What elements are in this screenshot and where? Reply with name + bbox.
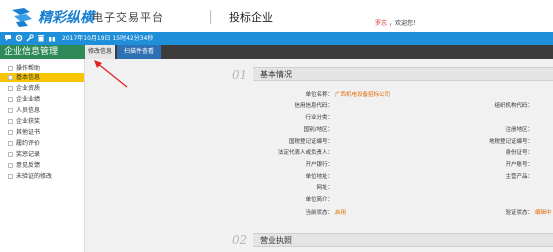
field-label-org-code: 组织机构代码： xyxy=(494,103,533,109)
tab-scan-view[interactable]: 扫描件查看 xyxy=(117,45,161,59)
checkbox-icon xyxy=(8,97,13,102)
sidebar-item-help[interactable]: 操作帮助 xyxy=(0,64,84,73)
field-label-id-number: 身份证号： xyxy=(505,150,533,156)
section-header-license: 营业执照 xyxy=(253,233,553,247)
logo-icon xyxy=(12,8,32,27)
sidebar-header: 企业信息管理 xyxy=(0,45,85,59)
field-value-company-name: 广西机电设备招标公司 xyxy=(335,92,391,98)
field-label-company-name: 单位名称： xyxy=(305,92,333,98)
sidebar-item-label: 企业获奖 xyxy=(16,118,41,125)
checkbox-icon xyxy=(8,174,13,179)
field-label-intro: 单位简介： xyxy=(305,197,333,203)
section-title: 营业执照 xyxy=(260,236,292,245)
field-value-verify-status: 编辑中 xyxy=(535,210,552,216)
logo-subtitle: 电子交易平台 xyxy=(92,11,164,24)
sidebar-item-performance[interactable]: 企业业绩 xyxy=(0,95,84,104)
checkbox-icon xyxy=(8,75,13,80)
sidebar-item-label: 意见反馈 xyxy=(16,162,41,169)
field-label-country: 国别/地区： xyxy=(303,127,333,133)
sidebar-item-awards[interactable]: 企业获奖 xyxy=(0,117,84,126)
sidebar-item-label: 其他证书 xyxy=(16,129,41,136)
sidebar-item-label: 企业资质 xyxy=(16,85,41,92)
app-root: 精彩纵横 电子交易平台 投标企业 罗志 ，欢迎您！ 2017年10月19日 15… xyxy=(0,0,553,252)
top-header: 精彩纵横 电子交易平台 投标企业 罗志 ，欢迎您！ xyxy=(0,0,553,32)
user-name[interactable]: 罗志 xyxy=(375,18,387,27)
sidebar-item-label: 履约评价 xyxy=(16,140,41,147)
header-divider xyxy=(210,10,211,24)
checkbox-icon xyxy=(8,152,13,157)
comment-icon[interactable] xyxy=(4,34,12,42)
sidebar-item-label: 人员信息 xyxy=(16,107,41,114)
checkbox-icon xyxy=(8,86,13,91)
section-header-basic: 基本情况 xyxy=(253,67,553,81)
field-label-website: 网址： xyxy=(316,185,333,191)
field-label-address: 单位地址： xyxy=(305,174,333,180)
field-label-account: 开户账号： xyxy=(505,162,533,168)
sidebar-item-label: 奖惩记录 xyxy=(16,151,41,158)
sidebar: 操作帮助 基本信息 企业资质 企业业绩 人员信息 企业获奖 其他证书 履约评价 xyxy=(0,59,85,252)
trash-icon[interactable] xyxy=(37,34,45,42)
sidebar-item-rewards[interactable]: 奖惩记录 xyxy=(0,150,84,159)
sidebar-item-label: 操作帮助 xyxy=(16,65,41,72)
page-role-title: 投标企业 xyxy=(229,11,273,24)
settings-icon[interactable] xyxy=(15,34,23,42)
field-label-products: 主营产品： xyxy=(505,174,533,180)
field-label-national-tax: 国税登记证编号： xyxy=(288,139,333,145)
logo-text: 精彩纵横 xyxy=(38,10,94,26)
top-toolbar: 2017年10月19日 15时42分34秒 xyxy=(0,32,553,45)
tab-edit-info[interactable]: 修改信息 xyxy=(85,45,115,59)
checkbox-icon xyxy=(8,163,13,168)
field-label-legal-rep: 法定代表人或负责人： xyxy=(277,150,333,156)
main-content: 01 基本情况 单位名称： 广西机电设备招标公司 信用信息代码： 行业分类： 国… xyxy=(85,59,553,252)
section-number: 01 xyxy=(232,68,248,82)
tab-bar: 修改信息 扫描件查看 xyxy=(85,45,553,59)
sidebar-item-other-certs[interactable]: 其他证书 xyxy=(0,128,84,137)
sidebar-item-unverified[interactable]: 未验证的修改 xyxy=(0,172,84,181)
checkbox-icon xyxy=(8,108,13,113)
field-label-status: 当前状态： xyxy=(305,210,333,216)
section-number: 02 xyxy=(232,233,248,247)
field-label-local-tax: 地税登记证编号： xyxy=(488,139,533,145)
field-label-verify-status: 验证状态： xyxy=(505,210,533,216)
sidebar-item-qualification[interactable]: 企业资质 xyxy=(0,84,84,93)
field-label-bank: 开户银行： xyxy=(305,162,333,168)
sidebar-item-feedback[interactable]: 意见反馈 xyxy=(0,161,84,170)
sidebar-item-personnel[interactable]: 人员信息 xyxy=(0,106,84,115)
checkbox-icon xyxy=(8,130,13,135)
sidebar-item-label: 企业业绩 xyxy=(16,96,41,103)
annotation-arrow-icon xyxy=(94,60,128,88)
checkbox-icon xyxy=(8,119,13,124)
field-label-region: 注册地区： xyxy=(505,127,533,133)
sidebar-item-evaluation[interactable]: 履约评价 xyxy=(0,139,84,148)
checkbox-icon xyxy=(8,66,13,71)
sidebar-item-label: 未验证的修改 xyxy=(16,173,53,180)
sidebar-title: 企业信息管理 xyxy=(4,47,59,57)
checkbox-icon xyxy=(8,141,13,146)
gift-icon[interactable] xyxy=(48,34,56,42)
section-title: 基本情况 xyxy=(260,70,292,79)
current-datetime: 2017年10月19日 15时42分34秒 xyxy=(62,35,154,42)
field-value-status: 启用 xyxy=(335,210,347,216)
field-label-credit-code: 信用信息代码： xyxy=(294,103,333,109)
field-label-industry: 行业分类： xyxy=(305,115,333,121)
welcome-text: ，欢迎您！ xyxy=(389,20,420,27)
sidebar-item-label: 基本信息 xyxy=(16,74,41,81)
wrench-icon[interactable] xyxy=(26,34,34,42)
sidebar-item-basic-info[interactable]: 基本信息 xyxy=(0,73,84,82)
